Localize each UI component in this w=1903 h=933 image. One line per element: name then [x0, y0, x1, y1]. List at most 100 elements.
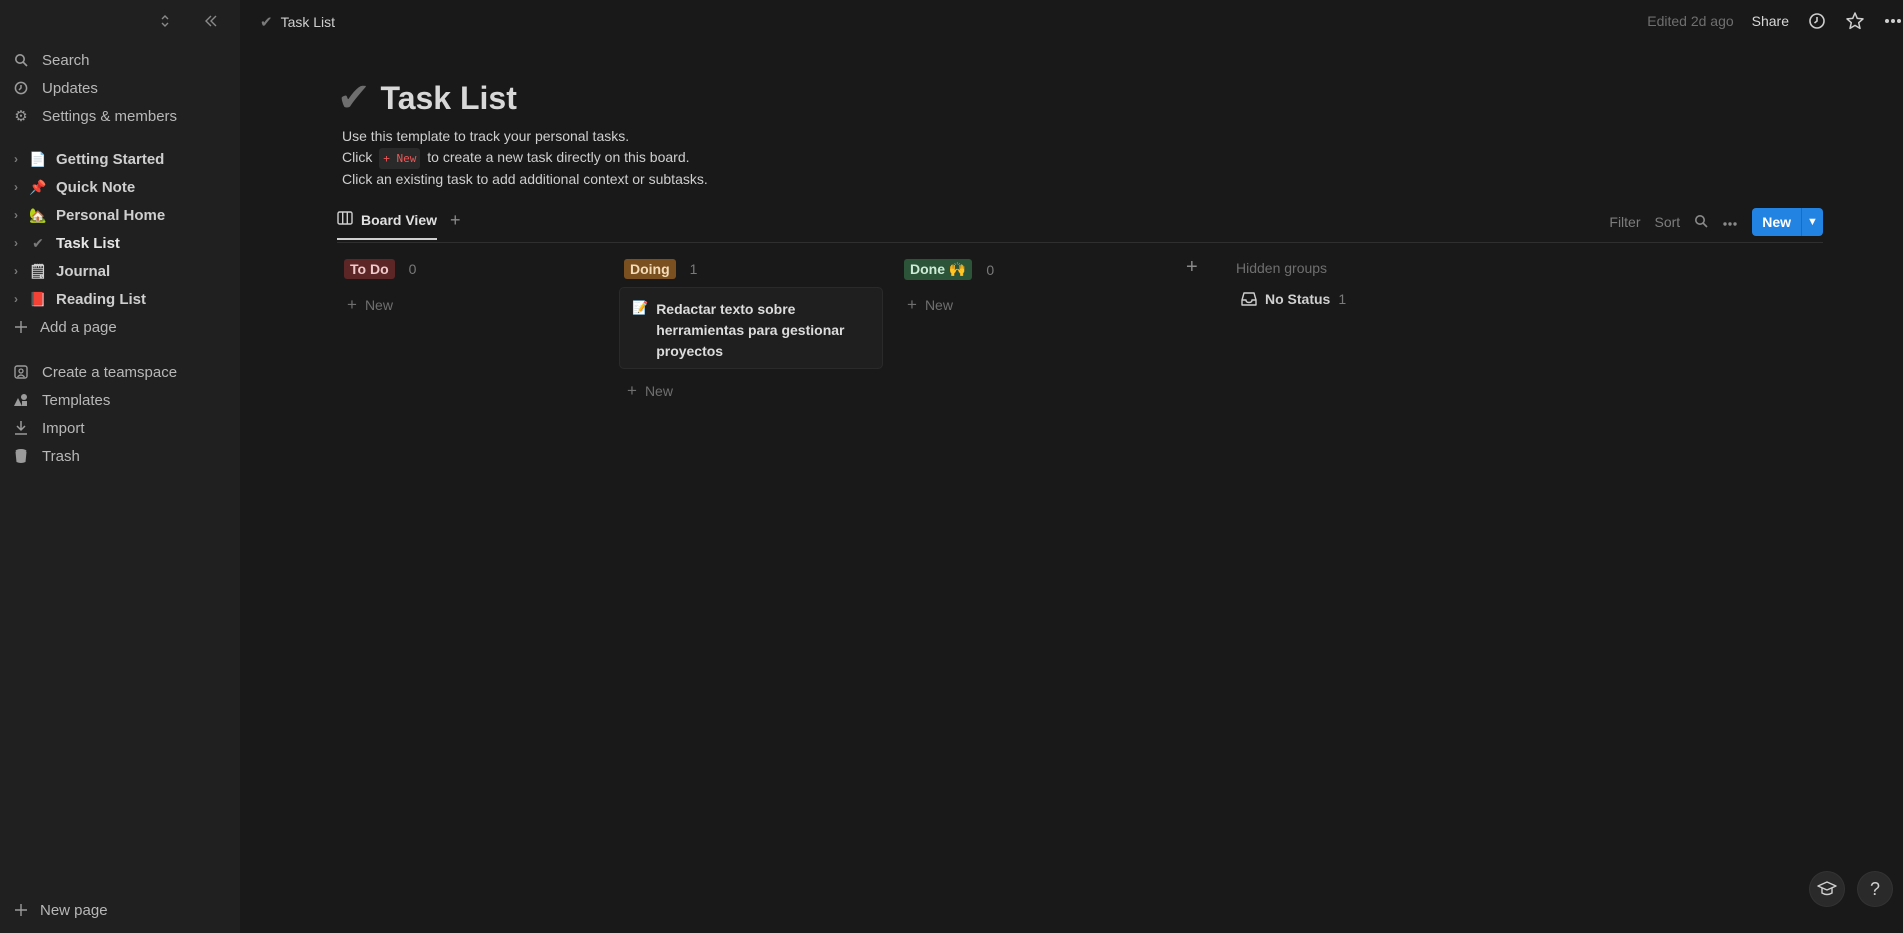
learn-icon[interactable] [1810, 872, 1844, 906]
sidebar-item-updates[interactable]: Updates [10, 75, 230, 101]
document-icon: 📝 [632, 300, 649, 315]
help-button[interactable]: ? [1858, 872, 1892, 906]
add-page-button[interactable]: Add a page [10, 314, 230, 340]
pushpin-icon: 📌 [29, 178, 47, 195]
import-icon [10, 418, 32, 438]
add-view-icon[interactable]: + [450, 210, 461, 231]
sidebar-item-import[interactable]: Import [10, 415, 230, 441]
tab-board-view[interactable]: Board View [337, 211, 437, 240]
sidebar-item-label: Journal [56, 262, 111, 280]
column-count: 1 [689, 261, 698, 277]
sidebar-page-journal[interactable]: › 🗒 Journal [10, 258, 230, 284]
page-description: Use this template to track your personal… [342, 126, 708, 190]
search-icon[interactable] [1694, 214, 1708, 231]
filter-button[interactable]: Filter [1609, 214, 1640, 230]
templates-icon [10, 390, 32, 410]
sidebar-item-search[interactable]: Search [10, 47, 230, 73]
house-icon: 🏡 [29, 206, 47, 223]
plus-icon [10, 317, 32, 337]
sidebar-item-label: Getting Started [56, 150, 165, 168]
view-bar: Board View + Filter Sort New ▼ [337, 208, 1823, 243]
collapse-sidebar-icon[interactable] [202, 12, 220, 30]
chevron-right-icon[interactable]: › [14, 292, 26, 306]
breadcrumb[interactable]: ✔ Task List [260, 13, 335, 31]
page-doc-icon: 📄 [29, 150, 47, 167]
sidebar-item-create-teamspace[interactable]: Create a teamspace [10, 359, 230, 385]
chevron-right-icon[interactable]: › [14, 152, 26, 166]
plus-icon: + [627, 381, 637, 400]
add-page-label: Add a page [40, 318, 117, 336]
chevron-right-icon[interactable]: › [14, 180, 26, 194]
plus-icon: + [347, 295, 357, 314]
tab-label: Board View [361, 211, 437, 228]
board-icon [337, 211, 353, 228]
notepad-icon: 🗒 [29, 262, 47, 279]
status-tag: Doing [624, 259, 676, 279]
sidebar-item-templates[interactable]: Templates [10, 387, 230, 413]
sidebar-page-quick-note[interactable]: › 📌 Quick Note [10, 174, 230, 200]
plus-icon: + [907, 295, 917, 314]
search-icon [10, 50, 32, 70]
sidebar: Search Updates ⚙ Settings & members › 📄 … [0, 0, 240, 933]
sort-button[interactable]: Sort [1655, 214, 1681, 230]
new-page-label: New page [40, 901, 108, 919]
column-new-button[interactable]: + New [907, 295, 953, 315]
column-count: 0 [986, 261, 995, 278]
share-button[interactable]: Share [1752, 13, 1789, 29]
new-button-label[interactable]: New [1752, 208, 1801, 236]
checkmark-icon: ✔ [32, 234, 44, 251]
page-checkmark-icon[interactable]: ✔ [337, 78, 371, 118]
sidebar-top-controls [156, 12, 220, 30]
column-new-button[interactable]: + New [347, 295, 393, 315]
no-status-label: No Status [1265, 291, 1331, 307]
task-card[interactable]: 📝 Redactar texto sobre herramientas para… [620, 288, 882, 368]
sidebar-page-getting-started[interactable]: › 📄 Getting Started [10, 146, 230, 172]
new-inline-code: + New [379, 148, 421, 169]
new-page-button[interactable]: New page [10, 897, 230, 923]
sidebar-page-personal-home[interactable]: › 🏡 Personal Home [10, 202, 230, 228]
workspace-switcher-icon[interactable] [156, 12, 174, 30]
sidebar-item-label: Import [42, 419, 85, 437]
status-tag: To Do [344, 259, 395, 279]
hidden-groups-label: Hidden groups [1236, 260, 1328, 276]
new-button[interactable]: New ▼ [1752, 208, 1823, 236]
topbar: ✔ Task List Edited 2d ago Share [240, 0, 1903, 44]
no-status-count: 1 [1338, 291, 1347, 307]
trash-icon [10, 446, 32, 466]
chevron-down-icon[interactable]: ▼ [1801, 208, 1823, 236]
add-group-icon[interactable]: + [1186, 256, 1198, 279]
chevron-right-icon[interactable]: › [14, 208, 26, 222]
status-tag: Done 🙌 [904, 259, 973, 280]
book-icon: 📕 [29, 290, 47, 307]
sidebar-item-label: Create a teamspace [42, 363, 178, 381]
description-text: Click [342, 149, 373, 165]
star-icon[interactable] [1845, 11, 1865, 31]
more-options-icon[interactable] [1883, 11, 1903, 31]
column-new-button[interactable]: + New [627, 381, 673, 401]
column-header-todo[interactable]: To Do 0 [344, 259, 416, 279]
sidebar-item-label: Trash [42, 447, 80, 465]
column-header-doing[interactable]: Doing 1 [624, 259, 697, 279]
column-header-done[interactable]: Done 🙌 0 [904, 259, 994, 280]
sidebar-item-label: Updates [42, 79, 98, 97]
description-text: to create a new task directly on this bo… [427, 149, 690, 165]
page-title-text[interactable]: Task List [381, 80, 517, 117]
sidebar-item-settings[interactable]: ⚙ Settings & members [10, 103, 230, 129]
teamspace-icon [10, 362, 32, 382]
chevron-right-icon[interactable]: › [14, 264, 26, 278]
chevron-right-icon[interactable]: › [14, 236, 26, 250]
breadcrumb-title: Task List [280, 14, 336, 30]
more-options-icon[interactable] [1722, 214, 1738, 230]
topbar-actions: Edited 2d ago Share [1647, 11, 1903, 31]
description-line: Use this template to track your personal… [342, 128, 630, 144]
new-label: New [644, 383, 673, 399]
sidebar-page-reading-list[interactable]: › 📕 Reading List [10, 286, 230, 312]
sidebar-item-label: Templates [42, 391, 111, 409]
sidebar-item-trash[interactable]: Trash [10, 443, 230, 469]
app-root: Search Updates ⚙ Settings & members › 📄 … [0, 0, 1903, 933]
clock-icon [10, 78, 32, 98]
sidebar-page-task-list[interactable]: › ✔ Task List [10, 230, 230, 256]
description-line: Click an existing task to add additional… [342, 171, 708, 187]
hidden-group-no-status[interactable]: No Status 1 [1241, 291, 1346, 307]
history-icon[interactable] [1807, 11, 1827, 31]
